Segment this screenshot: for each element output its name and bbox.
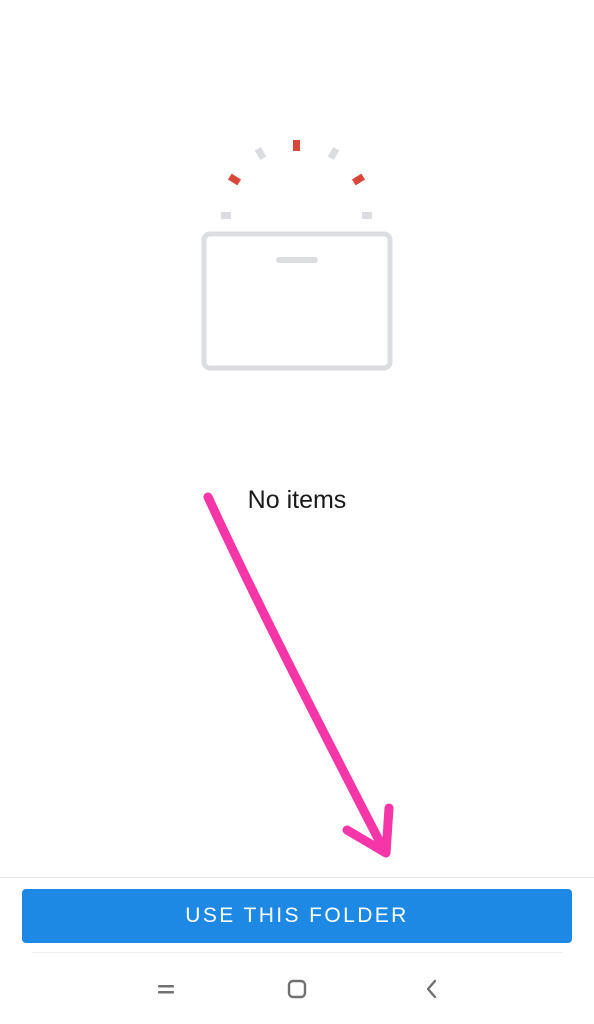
- system-navigation-bar: [0, 953, 594, 1024]
- ray-mid-right: [351, 173, 366, 186]
- empty-folder-illustration-icon: [201, 140, 393, 371]
- recents-button[interactable]: [140, 971, 192, 1007]
- recents-icon: [158, 985, 174, 994]
- arrow-head: [342, 803, 394, 858]
- box-outline: [201, 231, 393, 371]
- ray-top: [293, 140, 300, 151]
- back-button[interactable]: [405, 971, 457, 1007]
- home-icon: [287, 979, 307, 999]
- ray-low-right: [362, 212, 372, 219]
- back-icon: [426, 979, 437, 999]
- use-this-folder-button[interactable]: USE THIS FOLDER: [22, 889, 572, 943]
- empty-state-message: No items: [247, 486, 347, 514]
- box-slot: [276, 257, 318, 263]
- ray-upper-right: [327, 146, 340, 161]
- arrow-shaft: [203, 492, 390, 857]
- ray-low-left: [221, 212, 231, 219]
- home-button[interactable]: [271, 971, 323, 1007]
- ray-upper-left: [254, 146, 267, 161]
- folder-picker-screen: No items USE THIS FOLDER: [0, 0, 594, 1024]
- bottom-divider: [0, 877, 594, 878]
- ray-mid-left: [227, 173, 242, 186]
